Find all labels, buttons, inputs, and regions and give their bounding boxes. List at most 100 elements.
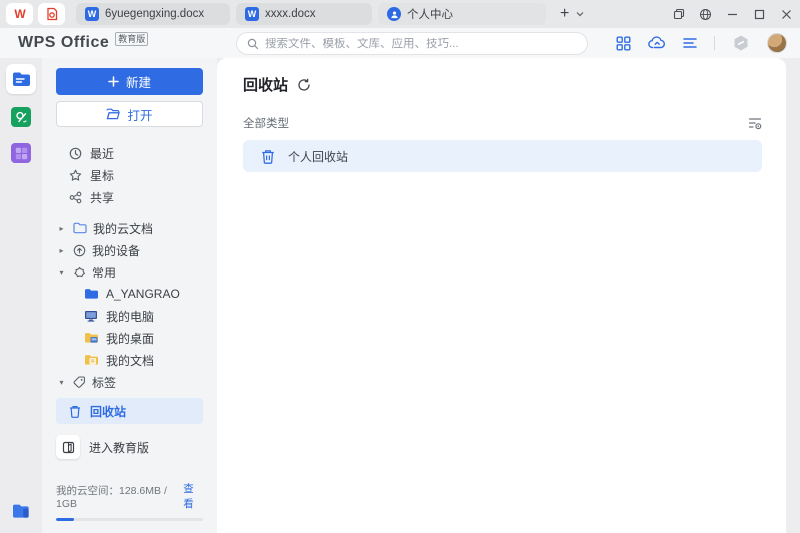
star-icon (69, 169, 82, 182)
open-button-label: 打开 (127, 105, 152, 124)
docer-icon (45, 7, 59, 21)
tree-item-folder-a-yangrao[interactable]: A_YANGRAO (56, 283, 203, 305)
global-search[interactable] (236, 32, 588, 55)
sidebar-item-shared[interactable]: 共享 (56, 186, 203, 208)
window-titlebar: W W 6yuegengxing.docx W xxxx.docx 个人中心 + (0, 0, 800, 28)
refresh-icon[interactable] (297, 78, 311, 92)
sidebar-footer: 进入教育版 我的云空间：128.6MB / 1GB 查看 (56, 435, 203, 521)
apps-grid-icon[interactable] (616, 36, 631, 51)
education-icon (56, 435, 80, 459)
item-label: 我的云文档 (93, 220, 153, 237)
chevron-right-icon[interactable]: ▸ (56, 224, 67, 233)
app-body: 新建 打开 最近 星标 共享 ▸ 我的云文档 (0, 58, 800, 533)
recycle-bin-list-row[interactable]: 个人回收站 (243, 140, 762, 172)
word-doc-icon: W (245, 7, 259, 21)
folder-icon (84, 288, 98, 300)
item-label: 我的文档 (106, 352, 154, 369)
wps-logo-icon: W (14, 7, 24, 21)
rail-documents-icon[interactable] (6, 64, 36, 94)
menu-hamburger-icon[interactable] (683, 37, 697, 49)
item-label: 我的桌面 (106, 330, 154, 347)
desktop-folder-icon (84, 332, 98, 344)
open-folder-icon (106, 108, 120, 120)
open-document-button[interactable]: 打开 (56, 101, 203, 127)
wps-office-logo: WPS Office (18, 34, 109, 52)
enter-education-button[interactable]: 进入教育版 (56, 435, 203, 459)
close-button[interactable] (773, 0, 800, 28)
cloud-sync-icon[interactable] (648, 36, 666, 50)
tab-document-2[interactable]: W xxxx.docx (236, 3, 372, 25)
search-input[interactable] (265, 38, 577, 50)
tree-item-my-desktop[interactable]: 我的桌面 (56, 327, 203, 349)
tree-item-tags[interactable]: ▾ 标签 (56, 371, 203, 393)
tab-label: xxxx.docx (265, 8, 316, 20)
tree-item-my-computer[interactable]: 我的电脑 (56, 305, 203, 327)
sidebar-item-recent[interactable]: 最近 (56, 142, 203, 164)
tab-document-1[interactable]: W 6yuegengxing.docx (76, 3, 230, 25)
docer-tile[interactable] (38, 3, 65, 25)
recycle-bin-panel: 回收站 全部类型 个人回收站 (217, 58, 786, 533)
plus-icon (108, 76, 119, 87)
quick-nav: 最近 星标 共享 (56, 142, 203, 208)
new-button-label: 新建 (126, 72, 151, 91)
tab-personal-center[interactable]: 个人中心 (378, 3, 546, 25)
page-title-row: 回收站 (243, 74, 762, 95)
main-area: 回收站 全部类型 个人回收站 (217, 58, 800, 533)
tag-icon (73, 376, 86, 389)
window-controls (665, 0, 800, 28)
item-label: A_YANGRAO (106, 287, 180, 301)
computer-icon (84, 310, 98, 322)
filter-type-label[interactable]: 全部类型 (243, 115, 289, 131)
rail-education-icon[interactable] (11, 107, 31, 127)
pin-star-icon (73, 266, 86, 279)
storage-progress-fill (56, 518, 74, 521)
wps-logo-tile[interactable]: W (6, 3, 33, 25)
rail-apps-icon[interactable] (11, 143, 31, 163)
new-tab-button[interactable]: + (560, 6, 569, 22)
window-layout-icon[interactable] (665, 0, 692, 28)
list-header-row: 全部类型 (243, 115, 762, 131)
app-header: WPS Office 教育版 (0, 28, 800, 58)
minimize-button[interactable] (719, 0, 746, 28)
list-settings-icon[interactable] (748, 116, 762, 130)
chevron-down-icon[interactable]: ▾ (56, 268, 67, 277)
edition-badge: 教育版 (115, 32, 148, 46)
user-icon (387, 7, 401, 21)
sidebar-item-starred[interactable]: 星标 (56, 164, 203, 186)
tree-item-my-documents[interactable]: 我的文档 (56, 349, 203, 371)
header-actions (616, 33, 787, 53)
item-label: 回收站 (90, 403, 126, 420)
item-label: 我的电脑 (106, 308, 154, 325)
item-label: 我的设备 (92, 242, 140, 259)
tree-item-frequent[interactable]: ▾ 常用 (56, 261, 203, 283)
maximize-button[interactable] (746, 0, 773, 28)
tab-label: 6yuegengxing.docx (105, 8, 204, 20)
rail-file-manager-icon[interactable] (11, 502, 31, 519)
tab-label: 个人中心 (407, 6, 453, 22)
home-sidebar: 新建 打开 最近 星标 共享 ▸ 我的云文档 (42, 58, 217, 533)
folder-tree: ▸ 我的云文档 ▸ 我的设备 ▾ 常用 A_YANGRAO 我的电脑 (56, 217, 203, 393)
member-badge-icon[interactable] (732, 34, 750, 52)
module-rail (0, 58, 42, 533)
trash-icon (261, 149, 275, 164)
cloud-folder-icon (73, 222, 87, 234)
item-label: 最近 (90, 145, 114, 162)
tree-item-my-devices[interactable]: ▸ 我的设备 (56, 239, 203, 261)
tab-list-chevron-down-icon[interactable] (576, 11, 584, 17)
storage-progress-track (56, 518, 203, 521)
chevron-down-icon[interactable]: ▾ (56, 378, 67, 387)
item-label: 进入教育版 (89, 439, 149, 456)
search-icon (247, 38, 259, 50)
item-label: 标签 (92, 374, 116, 391)
user-avatar[interactable] (767, 33, 787, 53)
trash-icon (69, 405, 81, 418)
tree-item-cloud-docs[interactable]: ▸ 我的云文档 (56, 217, 203, 239)
new-document-button[interactable]: 新建 (56, 68, 203, 95)
storage-view-link[interactable]: 查看 (183, 481, 203, 511)
item-label: 共享 (90, 189, 114, 206)
device-cloud-icon (73, 244, 86, 257)
globe-icon[interactable] (692, 0, 719, 28)
sidebar-item-recycle-bin[interactable]: 回收站 (56, 398, 203, 424)
chevron-right-icon[interactable]: ▸ (56, 246, 67, 255)
storage-label: 我的云空间：128.6MB / 1GB (56, 483, 183, 510)
